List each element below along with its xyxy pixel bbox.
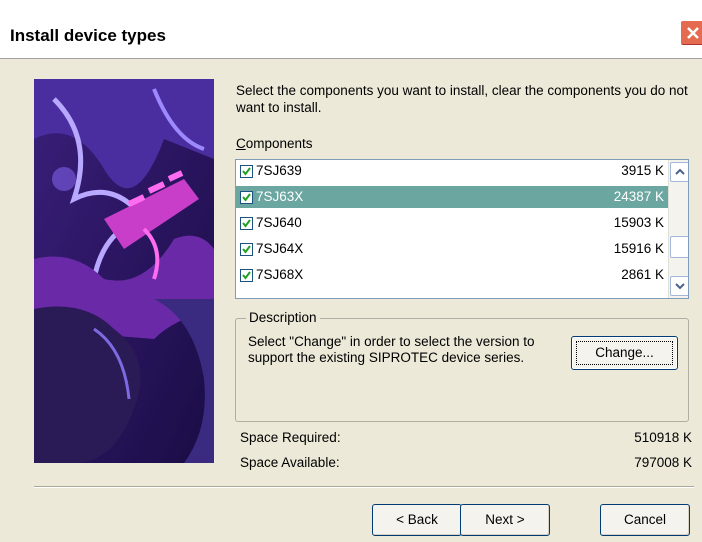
window-title: Install device types (10, 26, 166, 45)
component-size: 15903 K (613, 215, 664, 230)
title-bar: Install device types (0, 0, 702, 59)
change-button-label: Change... (576, 341, 673, 365)
component-size: 24387 K (613, 189, 664, 204)
space-available-label: Space Available: (240, 455, 340, 470)
component-name: 7SJ64X (256, 241, 304, 256)
space-required-value: 510918 K (634, 430, 692, 445)
checkbox[interactable] (240, 269, 253, 282)
checkmark-icon (242, 219, 251, 228)
close-icon (687, 27, 699, 39)
space-required-label: Space Required: (240, 430, 341, 445)
checkmark-icon (242, 271, 251, 280)
cancel-button[interactable]: Cancel (600, 504, 690, 536)
space-available-value: 797008 K (634, 455, 692, 470)
divider (34, 486, 694, 488)
next-button[interactable]: Next > (460, 504, 550, 536)
instructions-text: Select the components you want to instal… (236, 83, 688, 115)
component-size: 15916 K (613, 241, 664, 256)
checkmark-icon (242, 245, 251, 254)
component-name: 7SJ68X (256, 267, 304, 282)
install-dialog: Install device types Select the componen… (0, 0, 702, 542)
scroll-down-button[interactable] (670, 276, 688, 296)
checkbox[interactable] (240, 217, 253, 230)
checkbox[interactable] (240, 243, 253, 256)
description-text: Select "Change" in order to select the v… (248, 334, 535, 365)
components-label: Components (236, 136, 313, 151)
component-name: 7SJ639 (256, 163, 302, 178)
components-list[interactable]: 7SJ639 3915 K 7SJ63X 24387 K 7SJ640 1590… (235, 159, 689, 299)
side-banner-image (34, 79, 214, 463)
chevron-down-icon (675, 283, 685, 290)
component-name: 7SJ63X (256, 189, 304, 204)
component-size: 3915 K (621, 163, 664, 178)
description-legend: Description (246, 310, 320, 325)
chevron-up-icon (675, 168, 685, 175)
scroll-up-button[interactable] (670, 162, 688, 182)
change-button[interactable]: Change... (571, 336, 678, 370)
checkmark-icon (242, 167, 251, 176)
back-button[interactable]: < Back (372, 504, 462, 536)
list-item[interactable]: 7SJ640 15903 K (236, 212, 668, 234)
list-item[interactable]: 7SJ639 3915 K (236, 160, 668, 182)
component-size: 2861 K (621, 267, 664, 282)
list-item[interactable]: 7SJ64X 15916 K (236, 238, 668, 260)
list-item[interactable]: 7SJ63X 24387 K (236, 186, 668, 208)
checkbox[interactable] (240, 191, 253, 204)
checkmark-icon (242, 193, 251, 202)
component-name: 7SJ640 (256, 215, 302, 230)
close-button[interactable] (680, 20, 702, 46)
checkbox[interactable] (240, 165, 253, 178)
list-item[interactable]: 7SJ68X 2861 K (236, 264, 668, 286)
scroll-thumb[interactable] (670, 236, 688, 258)
list-scrollbar[interactable] (668, 160, 688, 298)
